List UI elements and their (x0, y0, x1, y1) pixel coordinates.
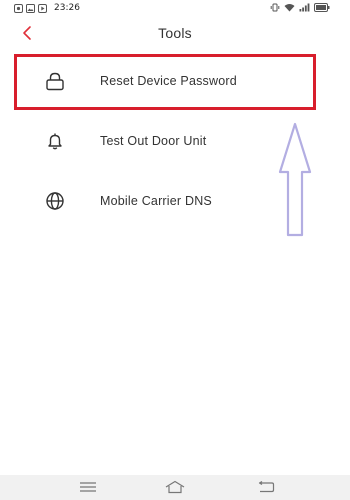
lock-icon (46, 72, 64, 91)
status-right-group (270, 3, 330, 12)
image-notification-icon (26, 3, 35, 13)
status-time: 23:26 (54, 3, 80, 13)
signal-icon (299, 3, 310, 12)
tools-menu-list: Reset Device Password Test Out Door Unit… (0, 50, 350, 230)
wifi-icon (284, 4, 295, 12)
menu-icon[interactable] (79, 481, 97, 493)
bell-icon (48, 133, 62, 150)
vibrate-icon (270, 3, 280, 12)
menu-item-label: Test Out Door Unit (100, 134, 207, 148)
notification-app-icon (14, 3, 23, 13)
play-notification-icon (38, 3, 47, 13)
status-left-group: 23:26 (14, 3, 80, 13)
menu-item-label: Reset Device Password (100, 74, 237, 88)
header: Tools (0, 18, 350, 46)
menu-item-test-out-door-unit[interactable]: Test Out Door Unit (0, 110, 350, 170)
page-title: Tools (158, 25, 192, 41)
battery-icon (314, 3, 330, 12)
system-nav-bar (0, 475, 350, 500)
menu-item-reset-device-password[interactable]: Reset Device Password (0, 50, 350, 110)
status-bar: 23:26 (0, 0, 350, 18)
home-icon[interactable] (164, 480, 186, 494)
menu-item-mobile-carrier-dns[interactable]: Mobile Carrier DNS (0, 170, 350, 230)
back-icon[interactable] (257, 481, 275, 493)
globe-icon (46, 192, 64, 210)
menu-item-label: Mobile Carrier DNS (100, 194, 212, 208)
